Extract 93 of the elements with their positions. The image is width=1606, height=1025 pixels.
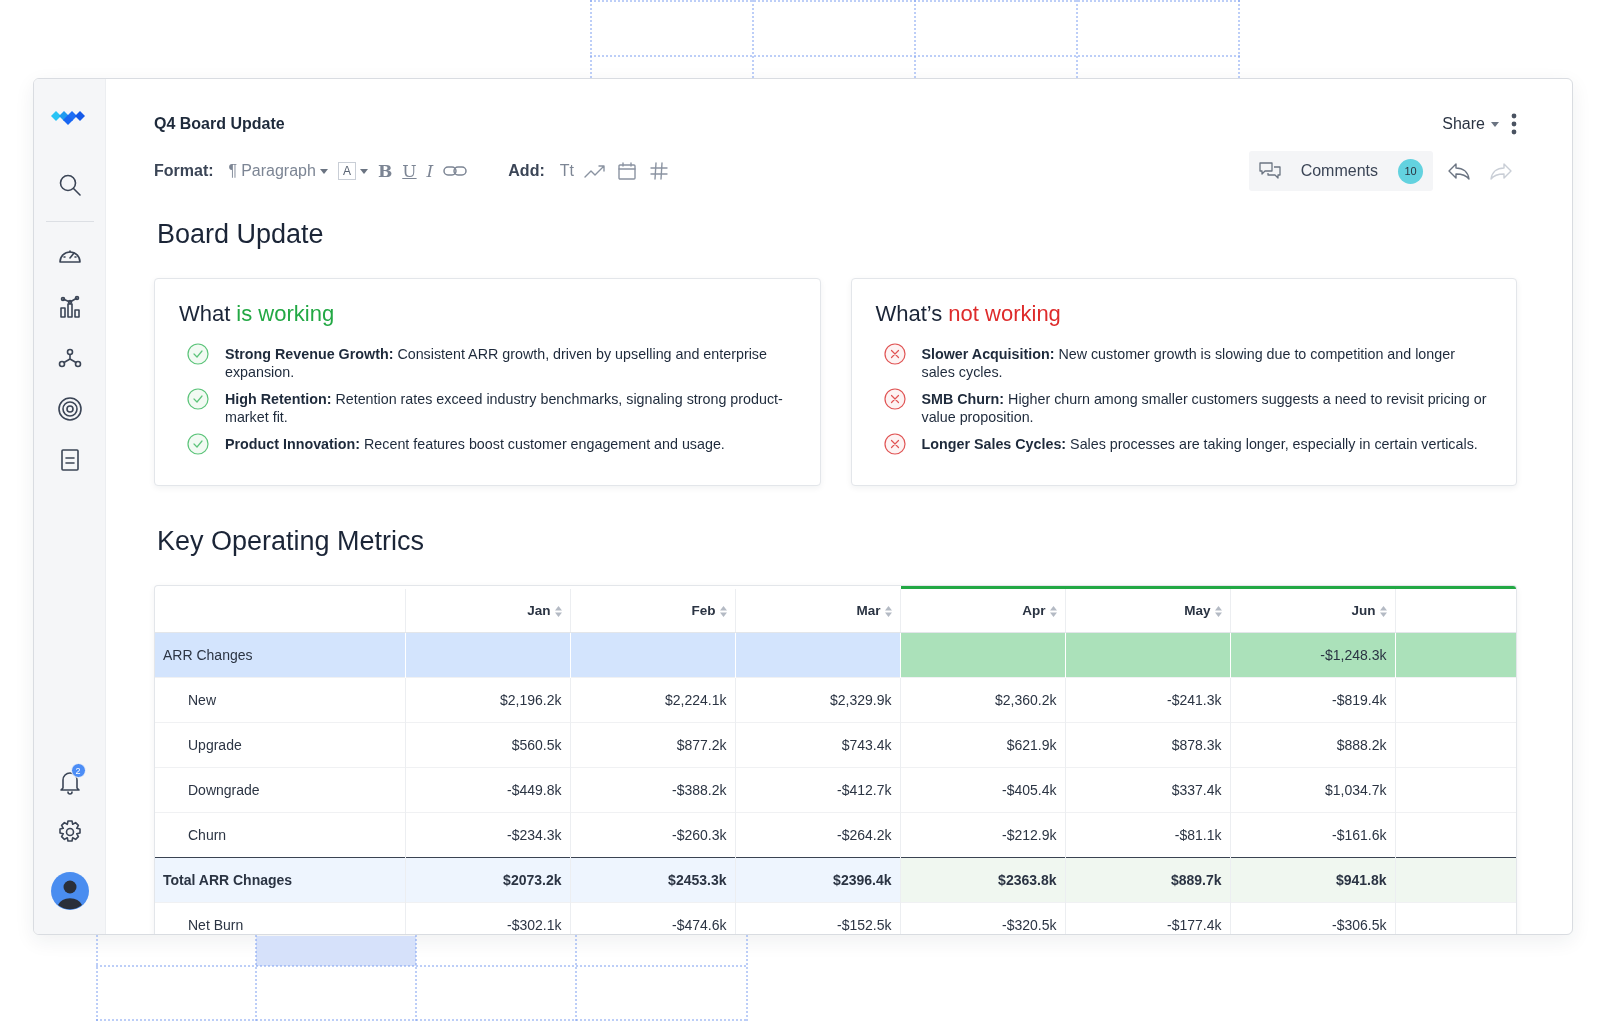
table-cell: $941.8k — [1230, 857, 1395, 903]
insight-text: Slower Acquisition: New customer growth is slowing due to competition and longer sales cycles. — [921, 345, 1456, 381]
page-heading: Board Update — [157, 219, 325, 250]
table-cell: $2,196.2k — [405, 677, 570, 723]
table-cell: $560.5k — [405, 722, 570, 768]
font-color-dropdown[interactable]: A — [332, 156, 373, 186]
underline-button[interactable]: U — [397, 156, 422, 186]
table-cell: $337.4k — [1065, 767, 1230, 813]
card-title: What — [179, 301, 231, 327]
undo-arrow-icon — [1447, 161, 1471, 181]
card-title: What’s — [875, 301, 943, 327]
table-cell: -$320.5k — [900, 902, 1065, 934]
card-title-highlight: not working — [948, 301, 1061, 327]
share-button[interactable]: Share — [1442, 115, 1499, 133]
table-cell: -$819.4k — [1230, 677, 1395, 723]
font-color-swatch: A — [337, 162, 356, 180]
check-circle-icon — [187, 388, 209, 410]
table-cell: $889.7k — [1065, 857, 1230, 903]
sort-icon — [554, 605, 562, 617]
table-cell: $2,224.1k — [570, 677, 735, 723]
sort-icon — [1049, 605, 1057, 617]
table-cell: -$241.3k — [1065, 677, 1230, 723]
card-title-highlight: is working — [236, 301, 335, 327]
table-cell: $2073.2k — [405, 857, 570, 903]
table-cell: $878.3k — [1065, 722, 1230, 768]
caret-icon — [1491, 121, 1499, 127]
table-cell: $888.2k — [1230, 722, 1395, 768]
text-tool-button[interactable]: Tt — [554, 156, 579, 186]
trend-icon — [583, 162, 606, 180]
calendar-icon — [615, 162, 638, 180]
format-label: Format: — [154, 162, 214, 180]
insight-text: Product Innovation: Recent features boost customer engagement and usage. — [225, 435, 725, 453]
settings-icon — [56, 819, 83, 845]
check-circle-icon — [187, 433, 209, 455]
link-icon — [443, 164, 468, 178]
table-cell: $2363.8k — [900, 857, 1065, 903]
check-circle-icon — [187, 343, 209, 365]
section-heading: Key Operating Metrics — [157, 526, 426, 557]
paragraph-style-label: Paragraph — [241, 162, 316, 180]
insight-text: Strong Revenue Growth: Consistent ARR growth, driven by upselling and enterprise expansion. — [225, 345, 768, 381]
table-cell: -$177.4k — [1065, 902, 1230, 934]
table-cell: -$449.8k — [405, 767, 570, 813]
caret-icon — [359, 168, 368, 174]
insight-text: Longer Sales Cycles: Sales processes are taking longer, especially in certain verticals. — [921, 435, 1478, 453]
row-label: Total ARR Chnages — [155, 857, 405, 903]
column-header[interactable]: Jan — [405, 587, 570, 633]
notification-badge: 2 — [70, 763, 86, 778]
paragraph-mark: ¶ — [228, 162, 238, 180]
bold-button[interactable]: B — [372, 156, 398, 186]
table-cell: $2,360.2k — [900, 677, 1065, 723]
table-cell: -$1,248.3k — [1230, 632, 1395, 678]
caret-icon — [319, 168, 328, 174]
x-circle-icon — [883, 433, 906, 455]
target-icon — [56, 396, 83, 422]
hash-icon — [647, 162, 670, 180]
row-label: ARR Changes — [155, 632, 405, 678]
avatar-icon[interactable] — [50, 872, 89, 910]
table-cell: $1,034.7k — [1230, 767, 1395, 813]
table-cell: -$405.4k — [900, 767, 1065, 813]
row-label: New — [155, 677, 405, 723]
sort-icon — [719, 605, 727, 617]
table-cell: -$412.7k — [735, 767, 900, 813]
row-label: Upgrade — [155, 722, 405, 768]
table-cell: -$306.5k — [1230, 902, 1395, 934]
table-cell: $743.4k — [735, 722, 900, 768]
table-cell: $2453.3k — [570, 857, 735, 903]
column-header[interactable]: Feb — [570, 587, 735, 633]
table-cell: $2396.4k — [735, 857, 900, 903]
paragraph-style-dropdown[interactable]: ¶ Paragraph — [223, 156, 333, 186]
x-circle-icon — [883, 388, 906, 410]
sort-icon — [884, 605, 892, 617]
kebab-menu-icon — [1511, 113, 1517, 135]
italic-button[interactable]: I — [421, 156, 439, 186]
sort-icon — [1379, 605, 1387, 617]
table-cell: $877.2k — [570, 722, 735, 768]
table-cell: $2,329.9k — [735, 677, 900, 723]
row-label: Downgrade — [155, 767, 405, 813]
x-circle-icon — [883, 343, 906, 365]
table-cell: $621.9k — [900, 722, 1065, 768]
table-cell: -$152.5k — [735, 902, 900, 934]
document-title: Q4 Board Update — [154, 115, 285, 133]
add-label: Add: — [508, 162, 545, 180]
table-cell: -$388.2k — [570, 767, 735, 813]
column-header[interactable]: Mar — [735, 587, 900, 633]
sort-icon — [1214, 605, 1222, 617]
redo-arrow-icon — [1489, 161, 1513, 181]
more-button[interactable] — [1511, 113, 1517, 135]
comments-button[interactable]: Comments 10 — [1248, 151, 1433, 191]
table-cell: -$474.6k — [570, 902, 735, 934]
insight-text: SMB Churn: Higher churn among smaller customers suggests a need to revisit pricing or value proposition. — [921, 390, 1488, 426]
insight-text: High Retention: Retention rates exceed industry benchmarks, signaling strong product-market fit. — [225, 390, 784, 426]
speech-bubbles-icon — [1258, 161, 1281, 181]
comment-count-badge: 10 — [1398, 158, 1423, 184]
